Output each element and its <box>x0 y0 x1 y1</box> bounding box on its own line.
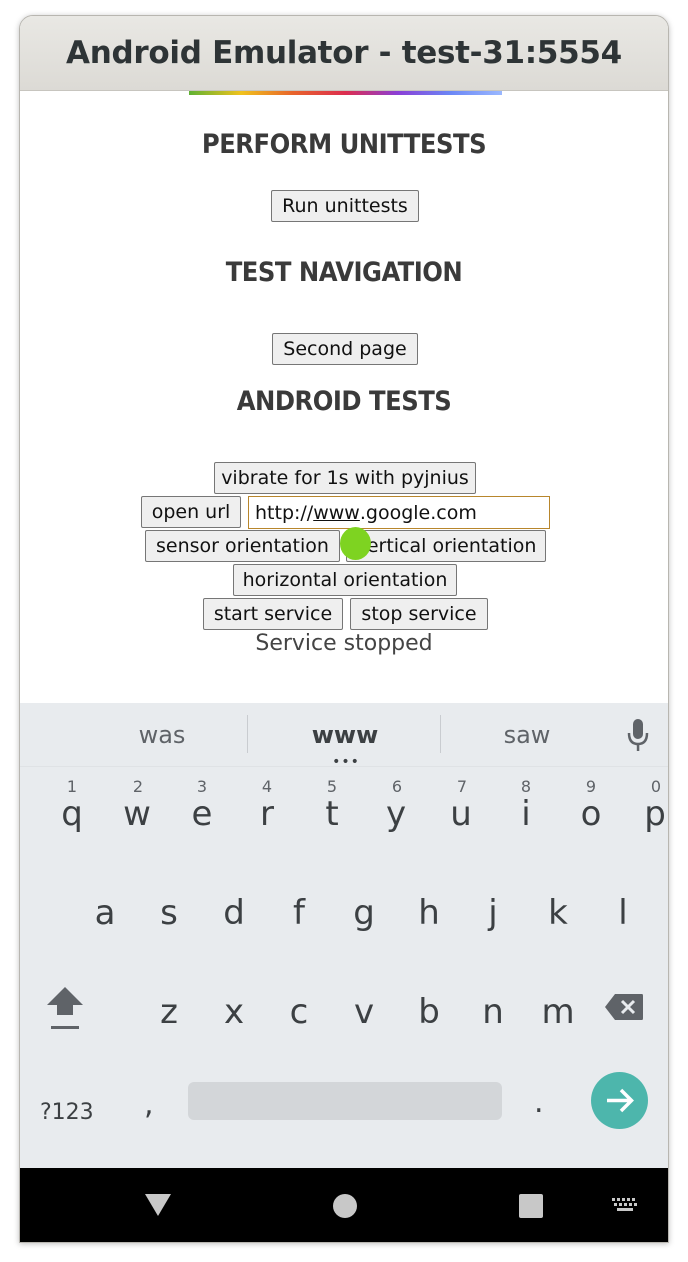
symbols-key[interactable]: ?123 <box>40 1100 94 1125</box>
key-hint: 3 <box>196 777 208 796</box>
key-hint: 9 <box>585 777 597 796</box>
key-g[interactable]: g <box>334 893 394 933</box>
key-i[interactable]: i <box>496 794 556 834</box>
key-n[interactable]: n <box>463 992 523 1032</box>
key-d[interactable]: d <box>204 893 264 933</box>
key-x[interactable]: x <box>204 992 264 1032</box>
comma-key[interactable]: , <box>144 1087 154 1122</box>
key-j[interactable]: j <box>463 893 523 933</box>
keyboard-icon[interactable] <box>612 1198 638 1216</box>
key-hint: 4 <box>261 777 273 796</box>
device-screen: Perform Unittests Run unittests Test Nav… <box>20 91 668 1242</box>
key-q[interactable]: q <box>42 794 102 834</box>
enter-key[interactable] <box>591 1072 648 1129</box>
second-page-button[interactable]: Second page <box>272 333 418 365</box>
suggestion-strip: was www ••• saw <box>20 703 668 770</box>
key-f[interactable]: f <box>269 893 329 933</box>
arrow-right-icon <box>607 1088 634 1113</box>
vibrate-button[interactable]: vibrate for 1s with pyjnius <box>214 462 476 494</box>
key-hint: 8 <box>520 777 532 796</box>
key-hint: 5 <box>326 777 338 796</box>
key-b[interactable]: b <box>399 992 459 1032</box>
key-hint: 7 <box>456 777 468 796</box>
vertical-orientation-button[interactable]: vertical orientation <box>346 530 546 562</box>
space-bar[interactable] <box>188 1082 502 1120</box>
key-a[interactable]: a <box>75 893 135 933</box>
key-y[interactable]: y <box>366 794 426 834</box>
key-hint: 0 <box>650 777 662 796</box>
more-suggestions-indicator: ••• <box>332 754 360 770</box>
heading-navigation: Test Navigation <box>225 257 463 288</box>
window-titlebar[interactable]: Android Emulator - test-31:5554 <box>20 16 668 91</box>
key-m[interactable]: m <box>528 992 588 1032</box>
suggestion-left[interactable]: was <box>82 721 242 749</box>
suggestion-divider <box>440 715 441 753</box>
key-l[interactable]: l <box>593 893 653 933</box>
key-z[interactable]: z <box>139 992 199 1032</box>
key-h[interactable]: h <box>399 893 459 933</box>
recents-square-icon[interactable] <box>519 1194 543 1218</box>
key-k[interactable]: k <box>528 893 588 933</box>
window-title: Android Emulator - test-31:5554 <box>66 35 622 71</box>
system-nav-bar <box>20 1168 668 1242</box>
keyboard: ?123 , . q1 w2 e3 r4 t5 y6 u7 i8 o9 p0 asdfghjkl zx… <box>20 767 668 1168</box>
key-t[interactable]: t <box>302 794 362 834</box>
key-p[interactable]: p <box>625 794 668 834</box>
open-url-button[interactable]: open url <box>141 496 241 528</box>
key-e[interactable]: e <box>172 794 232 834</box>
heading-unittests: Perform Unittests <box>201 129 487 160</box>
back-triangle-icon[interactable] <box>144 1193 172 1217</box>
key-hint: 1 <box>66 777 78 796</box>
shift-icon[interactable] <box>46 985 84 1029</box>
stop-service-button[interactable]: stop service <box>350 598 488 630</box>
rainbow-bar <box>189 91 502 95</box>
key-c[interactable]: c <box>269 992 329 1032</box>
url-suffix: .google.com <box>359 501 477 524</box>
sensor-orientation-button[interactable]: sensor orientation <box>145 530 340 562</box>
start-service-button[interactable]: start service <box>203 598 343 630</box>
url-input[interactable]: http://www .google.com <box>248 496 550 529</box>
run-unittests-button[interactable]: Run unittests <box>271 190 419 222</box>
key-r[interactable]: r <box>237 794 297 834</box>
url-prefix: http:// <box>255 501 314 524</box>
key-o[interactable]: o <box>561 794 621 834</box>
suggestion-divider <box>247 715 248 753</box>
suggestion-right[interactable]: saw <box>447 721 607 749</box>
suggestion-center[interactable]: www <box>265 721 425 749</box>
home-circle-icon[interactable] <box>333 1194 357 1218</box>
period-key[interactable]: . <box>534 1085 544 1120</box>
service-status: Service stopped <box>255 631 433 656</box>
touch-indicator <box>340 527 371 560</box>
key-u[interactable]: u <box>431 794 491 834</box>
horizontal-orientation-button[interactable]: horizontal orientation <box>233 564 457 596</box>
key-v[interactable]: v <box>334 992 394 1032</box>
key-hint: 6 <box>391 777 403 796</box>
heading-android: Android Tests <box>236 386 452 417</box>
microphone-icon[interactable] <box>626 717 650 753</box>
backspace-icon[interactable] <box>604 993 644 1021</box>
key-s[interactable]: s <box>139 893 199 933</box>
emulator-window: Android Emulator - test-31:5554 Perform … <box>19 15 669 1243</box>
key-w[interactable]: w <box>107 794 167 834</box>
url-underlined: www <box>313 501 360 524</box>
key-hint: 2 <box>132 777 144 796</box>
